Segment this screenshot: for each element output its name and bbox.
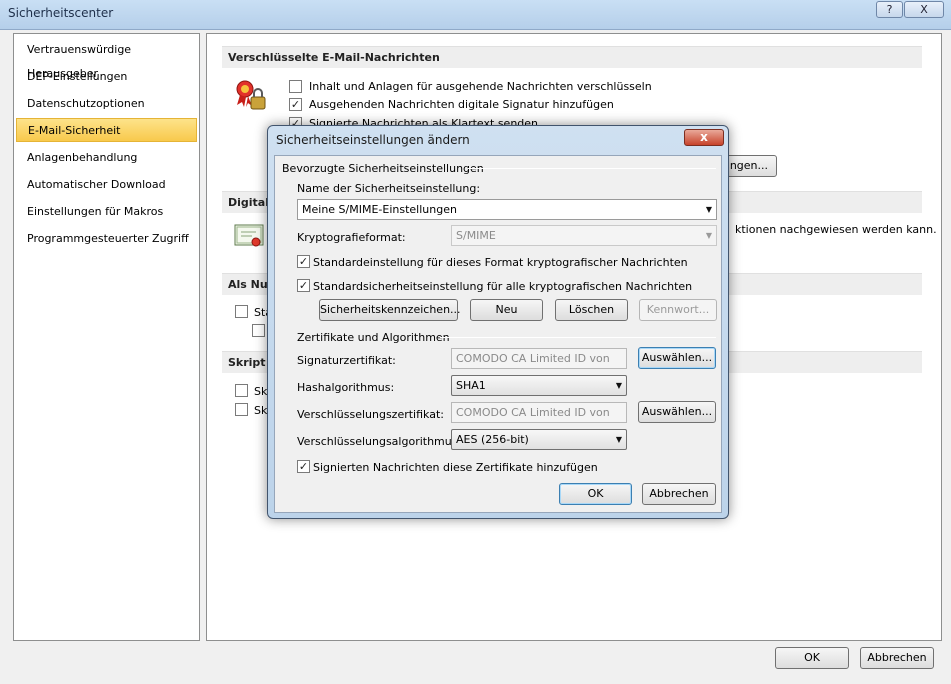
dialog-body: Bevorzugte Sicherheitseinstellungen Name… [274,155,722,513]
footer-ok-button[interactable]: OK [775,647,849,669]
encryption-algorithm-value: AES (256-bit) [456,433,529,446]
group-divider [440,337,716,338]
footer-cancel-button[interactable]: Abbrechen [860,647,934,669]
chevron-down-icon: ▼ [615,435,622,444]
group-divider [468,168,716,169]
setting-name-label: Name der Sicherheitseinstellung: [297,182,481,195]
choose-signing-cert-button[interactable]: Auswählen... [638,347,716,369]
default-security-label: Standardsicherheitseinstellung für alle … [313,280,693,293]
plaintext-suboption-checkbox[interactable] [252,324,265,337]
sidebar-item-attachment-handling[interactable]: Anlagenbehandlung [16,146,197,170]
encryption-algorithm-label: Verschlüsselungsalgorithmus: [297,435,462,448]
certificate-icon [234,222,266,253]
window-close-button[interactable]: X [904,1,944,18]
sidebar-item-privacy-options[interactable]: Datenschutzoptionen [16,92,197,116]
hash-algorithm-value: SHA1 [456,379,486,392]
add-signature-checkbox[interactable] [289,98,302,111]
script-option-1-label: Sk [254,385,268,398]
close-icon: X [920,3,928,16]
sidebar-item-trusted-publishers[interactable]: Vertrauenswürdige Herausgeber [16,38,197,80]
security-settings-dialog: Sicherheitseinstellungen ändern x Bevorz… [267,125,729,519]
close-icon: x [700,130,708,144]
sidebar-item-dep-settings[interactable]: DEP-Einstellungen [16,65,197,89]
new-button[interactable]: Neu [470,299,543,321]
encrypt-content-checkbox[interactable] [289,80,302,93]
script-option-2-label: Sk [254,404,268,417]
hash-algorithm-dropdown[interactable]: SHA1 ▼ [451,375,627,396]
script-option-1-checkbox[interactable] [235,384,248,397]
sidebar-item-macro-settings[interactable]: Einstellungen für Makros [16,200,197,224]
sidebar-item-automatic-download[interactable]: Automatischer Download [16,173,197,197]
send-certs-label: Signierten Nachrichten diese Zertifikate… [313,461,598,474]
crypto-format-dropdown[interactable]: S/MIME ▼ [451,225,717,246]
digital-ids-description: ktionen nachgewiesen werden kann. [735,223,937,236]
chevron-down-icon: ▼ [705,205,712,214]
crypto-format-label: Kryptografieformat: [297,231,406,244]
dialog-close-button[interactable]: x [684,129,724,146]
delete-button[interactable]: Löschen [555,299,628,321]
sidebar-item-programmatic-access[interactable]: Programmgesteuerter Zugriff [16,227,197,251]
script-option-2-checkbox[interactable] [235,403,248,416]
dialog-ok-button[interactable]: OK [559,483,632,505]
security-labels-button[interactable]: Sicherheitskennzeichen... [319,299,461,321]
default-format-checkbox[interactable] [297,255,310,268]
encrypted-email-section-title: Verschlüsselte E-Mail-Nachrichten [222,46,922,68]
signing-cert-label: Signaturzertifikat: [297,354,396,367]
help-icon: ? [886,3,893,16]
encrypt-content-label: Inhalt und Anlagen für ausgehende Nachri… [309,80,652,93]
chevron-down-icon: ▼ [705,231,712,240]
dialog-title: Sicherheitseinstellungen ändern [276,133,470,147]
preferred-settings-group-label: Bevorzugte Sicherheitseinstellungen [282,162,484,175]
chevron-down-icon: ▼ [615,381,622,390]
encryption-ribbon-lock-icon [234,79,268,114]
hash-algorithm-label: Hashalgorithmus: [297,381,395,394]
certs-group-label: Zertifikate und Algorithmen [297,331,450,344]
signing-cert-field: COMODO CA Limited ID von [451,348,627,369]
sidebar-item-email-security[interactable]: E-Mail-Sicherheit [16,118,197,142]
sidebar: Vertrauenswürdige Herausgeber DEP-Einste… [13,33,200,641]
encryption-algorithm-dropdown[interactable]: AES (256-bit) ▼ [451,429,627,450]
dialog-cancel-button[interactable]: Abbrechen [642,483,716,505]
setting-name-value: Meine S/MIME-Einstellungen [302,203,457,216]
window-title: Sicherheitscenter [8,6,114,20]
add-signature-label: Ausgehenden Nachrichten digitale Signatu… [309,98,614,111]
default-security-checkbox[interactable] [297,279,310,292]
password-button[interactable]: Kennwort... [639,299,717,321]
encryption-cert-field: COMODO CA Limited ID von [451,402,627,423]
crypto-format-value: S/MIME [456,229,496,242]
encryption-cert-label: Verschlüsselungszertifikat: [297,408,444,421]
help-button[interactable]: ? [876,1,903,18]
setting-name-dropdown[interactable]: Meine S/MIME-Einstellungen ▼ [297,199,717,220]
default-format-label: Standardeinstellung für dieses Format kr… [313,256,688,269]
choose-encryption-cert-button[interactable]: Auswählen... [638,401,716,423]
window-titlebar: Sicherheitscenter ? X [0,0,951,30]
send-certs-checkbox[interactable] [297,460,310,473]
plaintext-option-checkbox[interactable] [235,305,248,318]
